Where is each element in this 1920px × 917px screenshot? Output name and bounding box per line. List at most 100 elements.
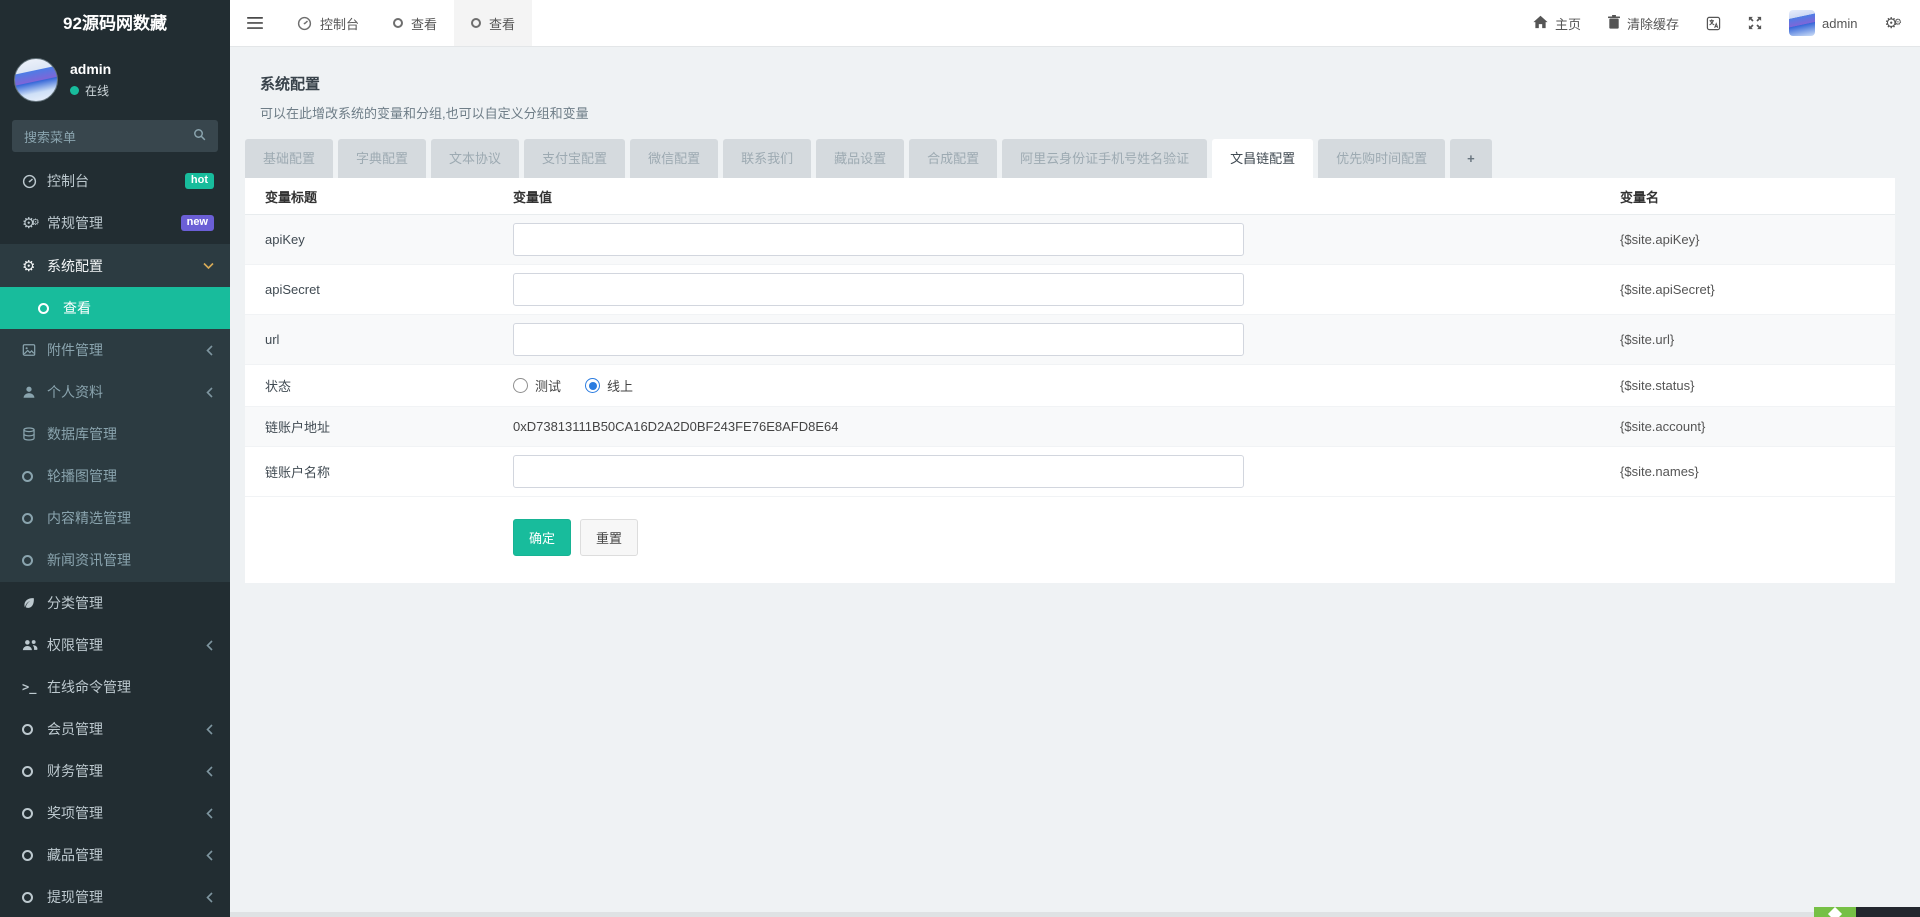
radio-option-测试[interactable]: 测试 — [513, 376, 561, 395]
sidebar-item-collection[interactable]: 藏品管理 — [0, 834, 230, 876]
sidebar-item-withdraw[interactable]: 提现管理 — [0, 876, 230, 917]
chevron-left-icon — [206, 891, 214, 903]
user-menu[interactable]: admin — [1789, 10, 1857, 36]
sidebar-item-label: 奖项管理 — [47, 805, 103, 821]
radio-option-线上[interactable]: 线上 — [585, 376, 633, 395]
sidebar-item-news[interactable]: 新闻资讯管理 — [0, 539, 230, 581]
config-tab-8[interactable]: 阿里云身份证手机号姓名验证 — [1002, 139, 1208, 178]
config-tab-9[interactable]: 文昌链配置 — [1212, 139, 1314, 178]
submit-button[interactable]: 确定 — [513, 519, 572, 556]
sidebar-item-finance[interactable]: 财务管理 — [0, 750, 230, 792]
sidebar-item-category[interactable]: 分类管理 — [0, 582, 230, 624]
config-tab-2[interactable]: 文本协议 — [431, 139, 520, 178]
config-value-input[interactable] — [513, 323, 1244, 356]
table-row: 状态 测试 线上 {$site.status} — [245, 365, 1895, 407]
sidebar-item-label: 权限管理 — [47, 637, 103, 653]
variable-name: {$site.apiSecret} — [1620, 282, 1715, 297]
circle-icon — [22, 470, 47, 482]
file-image-icon — [22, 343, 47, 357]
config-tab-7[interactable]: 合成配置 — [909, 139, 998, 178]
config-value-input[interactable] — [513, 273, 1244, 306]
chevron-left-icon — [206, 639, 214, 651]
radio-unchecked-icon[interactable] — [513, 378, 528, 393]
sidebar-item-label: 查看 — [63, 300, 91, 316]
circle-icon — [38, 302, 63, 314]
topbar: 控制台 查看 查看 主页 清除缓存 admin ⚙⚙ — [230, 0, 1920, 47]
chain-account-address: 0xD73813111B50CA16D2A2D0BF243FE76E8AFD8E… — [513, 419, 839, 434]
radio-label: 线上 — [607, 379, 634, 394]
table-row: url {$site.url} — [245, 315, 1895, 365]
sidebar-item-auth[interactable]: 权限管理 — [0, 624, 230, 666]
status-radio-group: 测试 线上 — [513, 376, 1620, 395]
circle-icon — [22, 554, 47, 566]
config-tab-10[interactable]: 优先购时间配置 — [1318, 139, 1446, 178]
config-value-input[interactable] — [513, 223, 1244, 256]
topbar-tab-label: 查看 — [411, 16, 438, 32]
sidebar-item-banner[interactable]: 轮播图管理 — [0, 455, 230, 497]
sidebar-item-database[interactable]: 数据库管理 — [0, 413, 230, 455]
row-title: 链账户地址 — [265, 420, 331, 435]
home-icon — [1533, 15, 1548, 32]
add-tab-button[interactable]: + — [1450, 139, 1492, 178]
chevron-left-icon — [206, 386, 214, 398]
dashboard-icon — [297, 16, 312, 31]
table-row: apiSecret {$site.apiSecret} — [245, 265, 1895, 315]
chevron-left-icon — [206, 765, 214, 777]
sidebar-item-console[interactable]: 控制台 hot — [0, 160, 230, 202]
config-tab-1[interactable]: 字典配置 — [338, 139, 427, 178]
overlay-green-icon — [1814, 907, 1856, 917]
horizontal-scrollbar[interactable] — [230, 912, 1920, 917]
sidebar-item-award[interactable]: 奖项管理 — [0, 792, 230, 834]
main-content: 系统配置 可以在此增改系统的变量和分组,也可以自定义分组和变量 基础配置 字典配置… — [230, 47, 1920, 917]
trash-icon — [1608, 14, 1621, 32]
radio-label: 测试 — [535, 379, 562, 394]
table-row: 链账户地址 0xD73813111B50CA16D2A2D0BF243FE76E8… — [245, 407, 1895, 447]
sidebar-item-attachment[interactable]: 附件管理 — [0, 329, 230, 371]
config-tab-6[interactable]: 藏品设置 — [816, 139, 905, 178]
home-label: 主页 — [1555, 16, 1582, 32]
sidebar-item-general[interactable]: ⚙⚙ 常规管理 new — [0, 202, 230, 244]
search-icon — [193, 128, 206, 144]
row-var-name: {$site.names} — [1620, 464, 1895, 479]
leaf-icon — [22, 596, 47, 610]
sidebar-item-command[interactable]: >_ 在线命令管理 — [0, 666, 230, 708]
sidebar-item-label: 提现管理 — [47, 889, 103, 905]
circle-icon — [471, 18, 482, 28]
language-icon[interactable] — [1706, 16, 1721, 31]
chevron-down-icon — [203, 262, 214, 270]
home-button[interactable]: 主页 — [1533, 14, 1581, 33]
sidebar-item-label: 内容精选管理 — [47, 510, 131, 526]
topbar-avatar — [1789, 10, 1816, 36]
sidebar-item-label: 在线命令管理 — [47, 679, 131, 695]
topbar-tab-2[interactable]: 查看 — [454, 0, 533, 46]
clear-cache-button[interactable]: 清除缓存 — [1608, 14, 1679, 33]
sidebar-item-config[interactable]: ⚙ 系统配置 — [0, 245, 230, 287]
radio-checked-icon[interactable] — [585, 378, 601, 393]
topbar-tab-0[interactable]: 控制台 — [280, 0, 376, 46]
sidebar-item-label: 常规管理 — [47, 215, 103, 231]
config-value-input[interactable] — [513, 455, 1244, 488]
row-var-name: {$site.account} — [1620, 419, 1895, 434]
menu-toggle-button[interactable] — [230, 0, 280, 46]
row-value — [513, 455, 1620, 488]
settings-gear-icon[interactable]: ⚙⚙ — [1884, 16, 1902, 31]
sidebar-item-profile[interactable]: 个人资料 — [0, 371, 230, 413]
users-icon — [22, 638, 47, 652]
clear-cache-label: 清除缓存 — [1627, 16, 1680, 32]
sidebar-item-label: 轮播图管理 — [47, 468, 117, 484]
topbar-tabs: 控制台 查看 查看 — [280, 0, 533, 46]
config-tab-3[interactable]: 支付宝配置 — [524, 139, 626, 178]
table-header: 变量标题 变量值 变量名 — [245, 178, 1895, 215]
config-tab-4[interactable]: 微信配置 — [630, 139, 719, 178]
menu-search-input[interactable]: 搜索菜单 — [12, 120, 218, 152]
topbar-username: admin — [1822, 15, 1858, 31]
topbar-tab-1[interactable]: 查看 — [376, 0, 454, 46]
reset-button[interactable]: 重置 — [580, 519, 639, 556]
fullscreen-icon[interactable] — [1748, 16, 1762, 30]
sidebar-item-featured[interactable]: 内容精选管理 — [0, 497, 230, 539]
sidebar-item-view[interactable]: 查看 — [0, 287, 230, 329]
config-tab-5[interactable]: 联系我们 — [723, 139, 812, 178]
sidebar-item-member[interactable]: 会员管理 — [0, 708, 230, 750]
config-tab-0[interactable]: 基础配置 — [245, 139, 334, 178]
chevron-left-icon — [206, 849, 214, 861]
